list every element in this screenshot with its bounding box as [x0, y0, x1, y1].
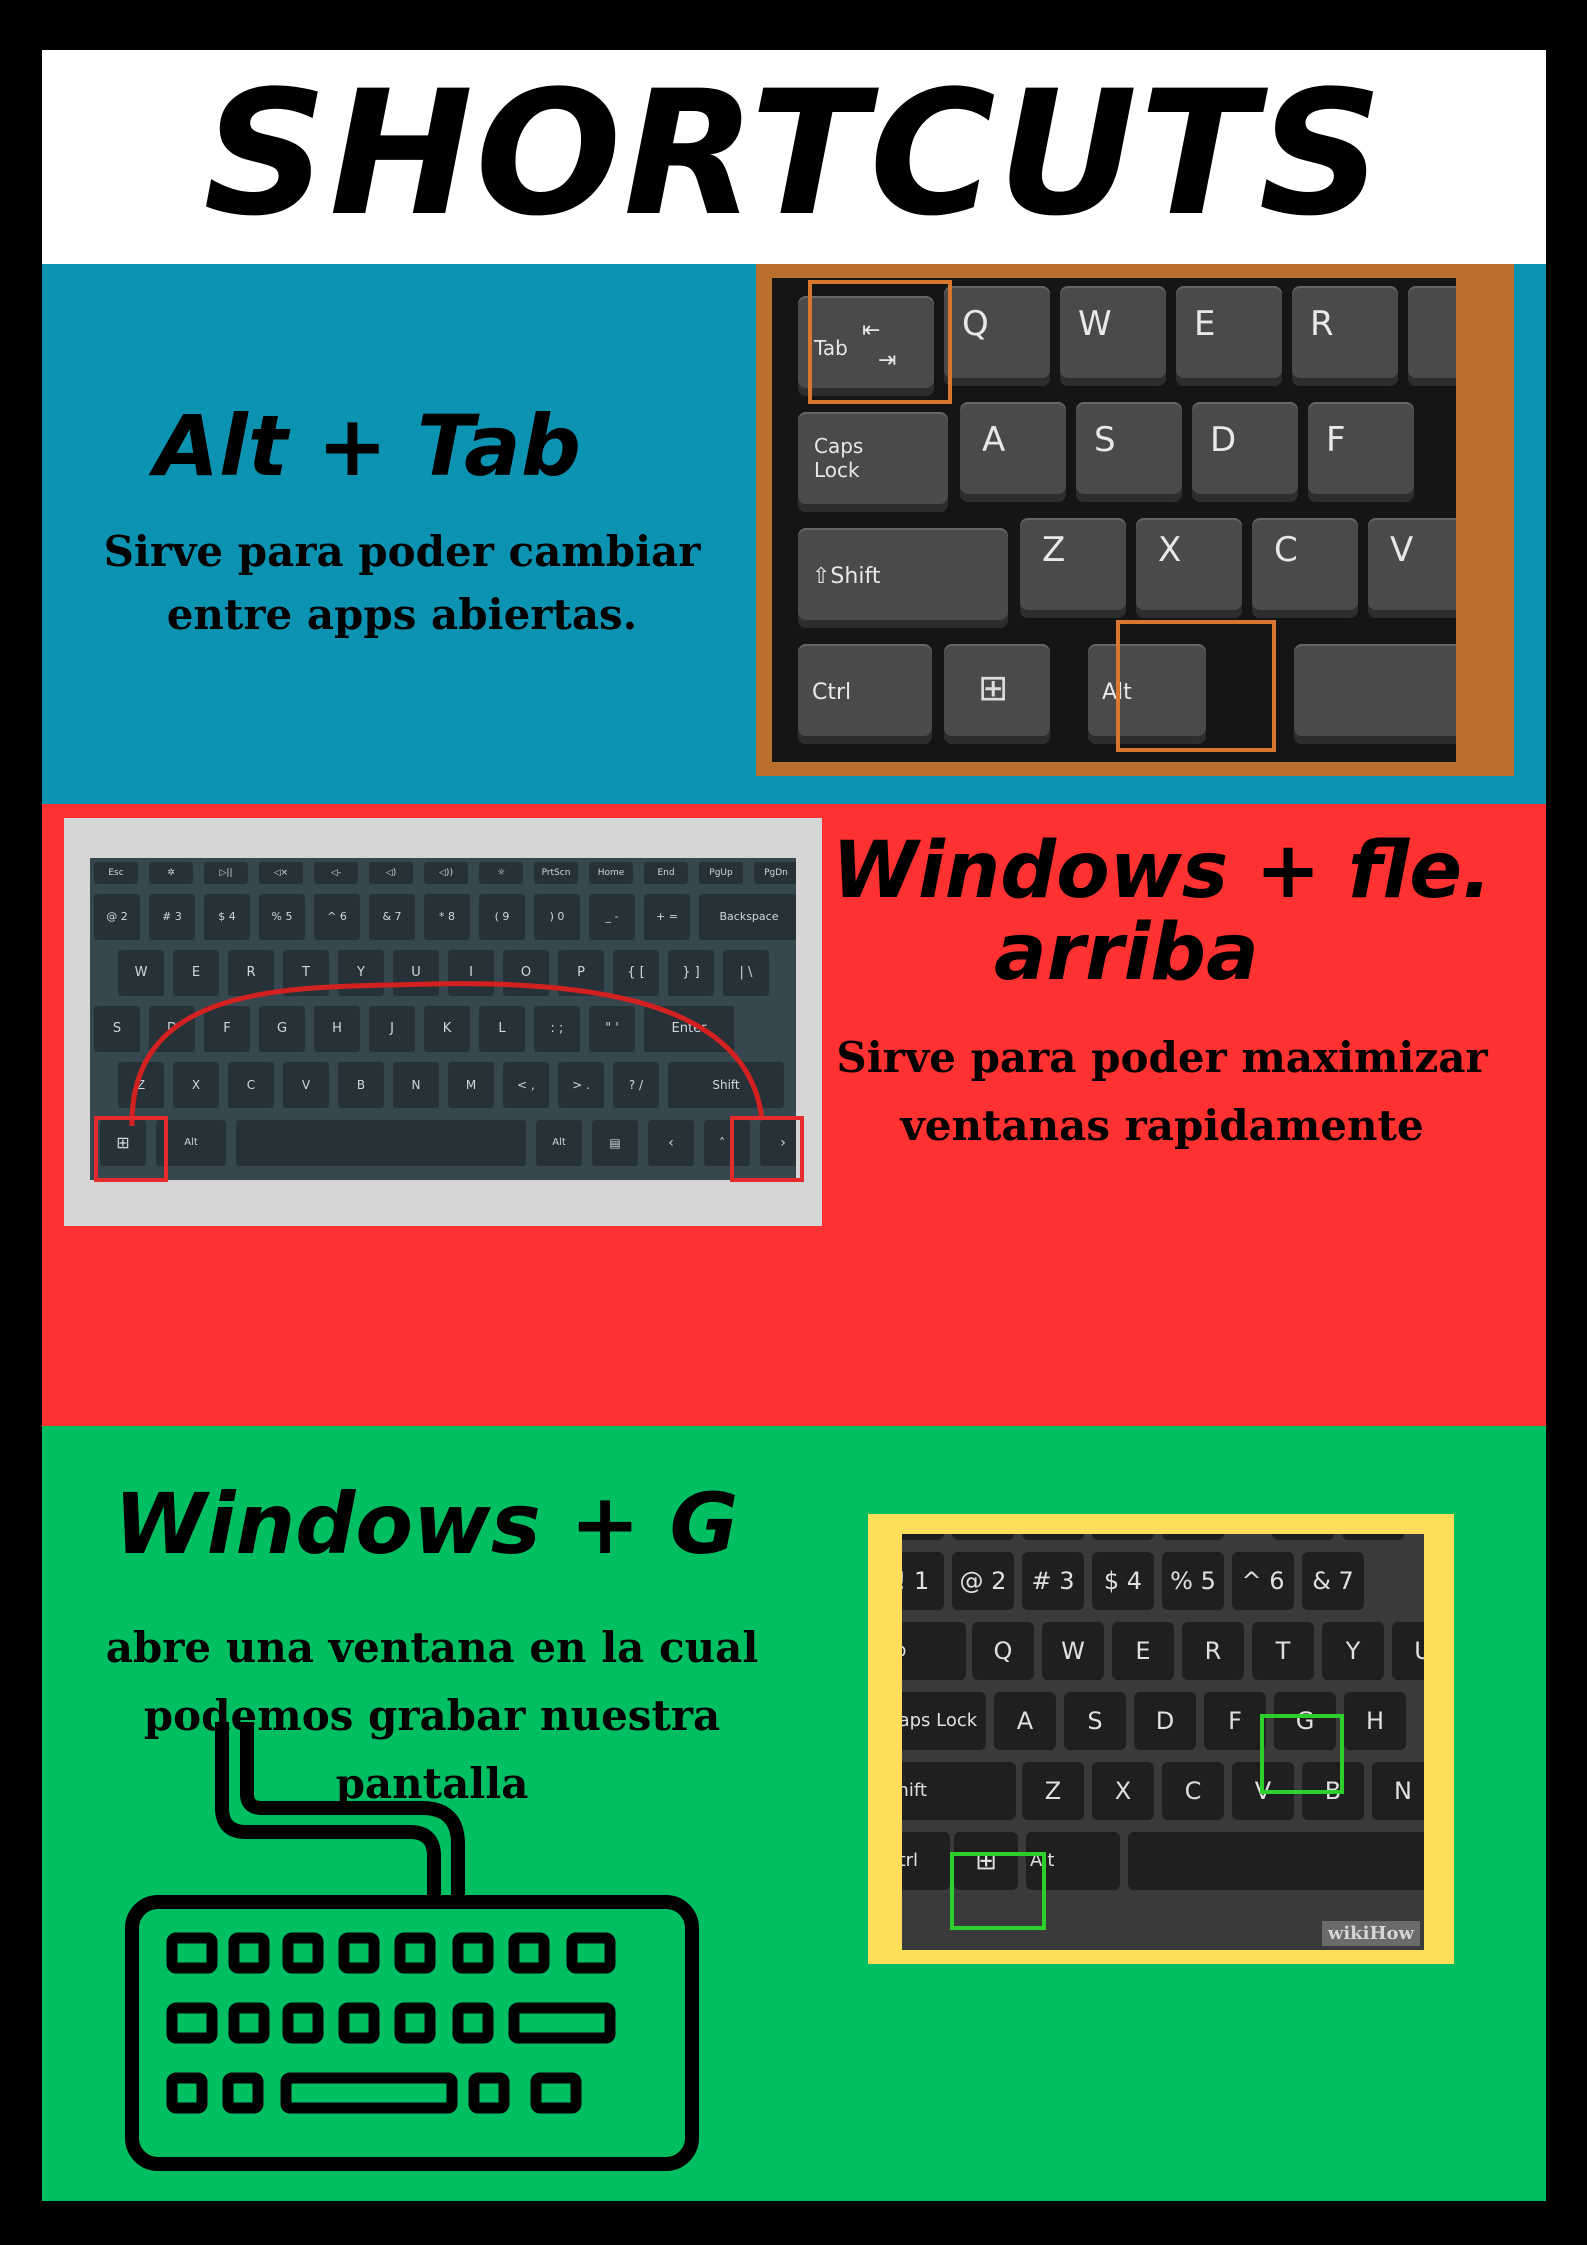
key: Tab — [902, 1622, 966, 1680]
key-r: R — [1292, 286, 1398, 386]
key: # 3 — [1022, 1552, 1084, 1610]
key: X — [1092, 1762, 1154, 1820]
key: Q — [972, 1622, 1034, 1680]
key-s: S — [1076, 402, 1182, 502]
key: F5 — [1272, 1534, 1334, 1540]
section-description: Sirve para poder cambiar entre apps abie… — [103, 527, 701, 639]
arc-connector — [129, 981, 765, 1127]
arc-path — [129, 981, 765, 1127]
key: Z — [1022, 1762, 1084, 1820]
key: % 5 — [1162, 1552, 1224, 1610]
title-band: SHORTCUTS — [42, 50, 1546, 264]
key-partial — [1408, 286, 1456, 386]
highlight-windows-key — [950, 1852, 1046, 1930]
key: H — [1344, 1692, 1406, 1750]
key-windows: ⊞ — [944, 644, 1050, 744]
key: $ 4 — [1092, 1552, 1154, 1610]
highlight-alt — [1116, 620, 1276, 752]
highlight-g-key — [1260, 1714, 1344, 1794]
key-a: A — [960, 402, 1066, 502]
key-space — [1294, 644, 1456, 744]
key: U — [1392, 1622, 1424, 1680]
key-ctrl: Ctrl — [798, 644, 932, 744]
key: N — [1372, 1762, 1424, 1820]
section-description-line2: ventanas rapidamente — [900, 1101, 1424, 1150]
key — [1128, 1832, 1424, 1890]
key-v: V — [1368, 518, 1456, 618]
key-c: C — [1252, 518, 1358, 618]
key: D — [1134, 1692, 1196, 1750]
key: F1 — [952, 1534, 1014, 1540]
key: Ctrl — [902, 1832, 950, 1890]
key: C — [1162, 1762, 1224, 1820]
key-f: F — [1308, 402, 1414, 502]
key-z: Z — [1020, 518, 1126, 618]
key: W — [1042, 1622, 1104, 1680]
key-q: Q — [944, 286, 1050, 386]
section-heading: Windows + G — [114, 1475, 739, 1573]
key: S — [1064, 1692, 1126, 1750]
key: F6 — [1342, 1534, 1404, 1540]
keyboard-icon — [125, 1722, 699, 2171]
wikihow-watermark: wikiHow — [1321, 1921, 1420, 1946]
highlight-arrow-key — [730, 1116, 804, 1182]
key: A — [994, 1692, 1056, 1750]
key: ^ 6 — [1232, 1552, 1294, 1610]
key-caps-lock: Caps Lock — [798, 412, 948, 512]
keyboard-photo-windows-g: Esc F1 F2 F3 F4 F5 F6 ! 1@ 2# 3$ 4% 5^ 6& 7 TabQ… — [868, 1514, 1454, 1964]
highlight-windows-key — [94, 1116, 168, 1182]
section-description-line1: abre una ventana en la cual — [105, 1623, 759, 1672]
key: & 7 — [1302, 1552, 1364, 1610]
key: Caps Lock — [902, 1692, 986, 1750]
windows-logo-icon: ⊞ — [978, 668, 1009, 709]
key: Esc — [902, 1534, 944, 1540]
section-heading-line1: Windows + fle. — [832, 826, 1492, 916]
key-shift: ⇧Shift — [798, 528, 1008, 628]
key: F — [1204, 1692, 1266, 1750]
highlight-tab — [808, 280, 952, 404]
key: F3 — [1092, 1534, 1154, 1540]
keyboard-photo-windows-up: Esc✲▷||◁×◁-◁)◁))☼PrtScnHomeEndPgUpPgDnDe… — [64, 818, 822, 1226]
key-d: D — [1192, 402, 1298, 502]
key: F2 — [1022, 1534, 1084, 1540]
key: T — [1252, 1622, 1314, 1680]
key: R — [1182, 1622, 1244, 1680]
key-x: X — [1136, 518, 1242, 618]
key: @ 2 — [952, 1552, 1014, 1610]
section-description-line1: Sirve para poder maximizar — [836, 1033, 1488, 1082]
key: Y — [1322, 1622, 1384, 1680]
key: F4 — [1162, 1534, 1224, 1540]
page-title: SHORTCUTS — [203, 53, 1385, 254]
section-heading: Alt + Tab — [154, 397, 581, 495]
key-e: E — [1176, 286, 1282, 386]
section-heading-line2: arriba — [994, 908, 1259, 998]
keyboard-keys: Esc✲▷||◁×◁-◁)◁))☼PrtScnHomeEndPgUpPgDnDe… — [90, 858, 796, 1180]
key: ! 1 — [902, 1552, 944, 1610]
key-w: W — [1060, 286, 1166, 386]
key: Shift — [902, 1762, 1016, 1820]
keyboard-photo-alt-tab: Tab ⇤ ⇥ Q W E R Caps Lock A S D F ⇧Shift… — [756, 264, 1514, 776]
key: E — [1112, 1622, 1174, 1680]
